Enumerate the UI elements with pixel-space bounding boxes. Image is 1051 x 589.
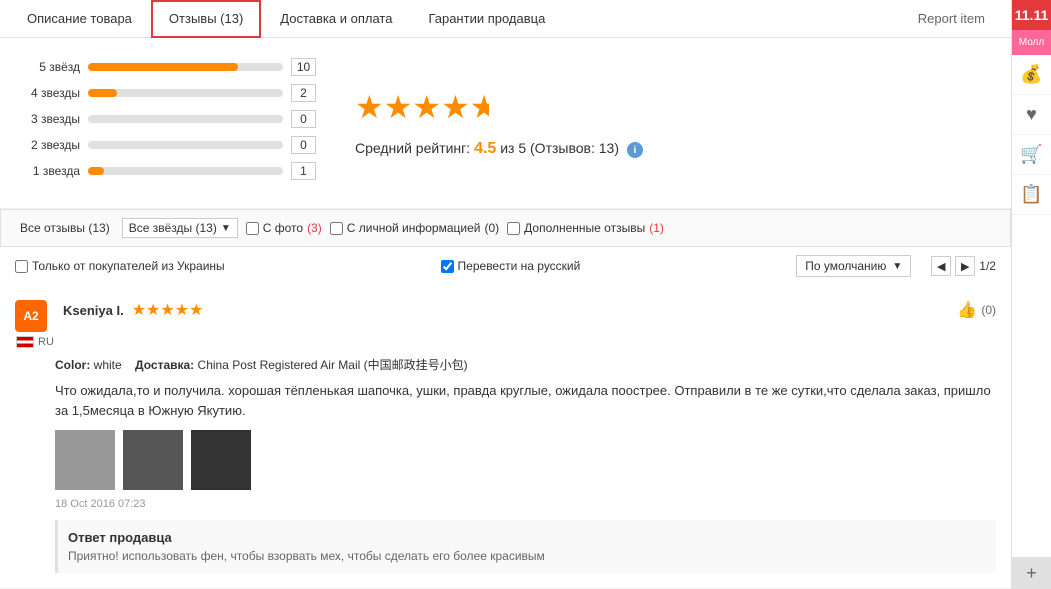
filter-with-info[interactable]: С личной информацией (0) <box>330 221 499 235</box>
filter-photo-checkbox[interactable] <box>246 222 259 235</box>
sort-dropdown[interactable]: По умолчанию ▼ <box>796 255 911 277</box>
plus-button[interactable]: + <box>1012 557 1051 589</box>
info-icon[interactable]: i <box>627 142 643 158</box>
star-full: ★ <box>412 88 441 126</box>
ukraine-only-option[interactable]: Только от покупателей из Украины <box>15 259 225 273</box>
star-full: ★ <box>384 88 413 126</box>
thumb-up-icon: 👍 <box>957 300 977 320</box>
translate-option[interactable]: Перевести на русский <box>441 259 581 273</box>
sidebar-money-icon[interactable]: 💰 <box>1012 55 1051 95</box>
sidebar-heart-icon[interactable]: ♥ <box>1012 95 1051 135</box>
dropdown-arrow: ▼ <box>221 223 231 234</box>
review-stars: ★★★★★ <box>132 300 204 320</box>
tab-guarantee[interactable]: Гарантии продавца <box>411 0 562 38</box>
rating-bar-row: 2 звезды 0 <box>15 136 335 154</box>
rating-bar-row: 5 звёзд 10 <box>15 58 335 76</box>
report-item-link[interactable]: Report item <box>902 1 1001 36</box>
stars-display: ★★★★★ <box>355 88 996 126</box>
review-thumb-3[interactable] <box>191 430 251 490</box>
rating-bar-row: 1 звезда 1 <box>15 162 335 180</box>
review-thumb-1[interactable] <box>55 430 115 490</box>
sidebar-promotion-box[interactable]: 11.11 <box>1012 0 1051 30</box>
like-button[interactable]: 👍 (0) <box>957 300 996 320</box>
ukraine-checkbox[interactable] <box>15 260 28 273</box>
pagination: ◀ ▶ 1/2 <box>931 256 996 276</box>
reviewer-avatar: A2 <box>15 300 47 332</box>
right-sidebar: 11.11 Молл 💰 ♥ 🛒 📋 + <box>1011 0 1051 589</box>
average-rating-text: Средний рейтинг: 4.5 из 5 (Отзывов: 13) … <box>355 140 996 159</box>
rating-bars: 5 звёзд 10 4 звезды 2 3 звезды 0 2 звезд… <box>15 58 335 188</box>
review-item: A2 RU Kseniya I. ★★★★★ <box>0 285 1011 589</box>
filter-stars-dropdown[interactable]: Все звёзды (13) ▼ <box>122 218 238 238</box>
rating-section: 5 звёзд 10 4 звезды 2 3 звезды 0 2 звезд… <box>0 38 1011 209</box>
tab-description[interactable]: Описание товара <box>10 0 149 38</box>
rating-bar-row: 4 звезды 2 <box>15 84 335 102</box>
filter-with-photo[interactable]: С фото (3) <box>246 221 322 235</box>
sidebar-mall-box[interactable]: Молл <box>1012 30 1051 55</box>
review-meta: Color: white Доставка: China Post Regist… <box>55 356 996 373</box>
filter-all-reviews[interactable]: Все отзывы (13) <box>16 219 114 237</box>
filter-additional[interactable]: Дополненные отзывы (1) <box>507 221 664 235</box>
sort-arrow: ▼ <box>892 261 902 272</box>
reviewer-country: RU <box>16 336 54 348</box>
next-page-button[interactable]: ▶ <box>955 256 975 276</box>
seller-response: Ответ продавца Приятно! использовать фен… <box>55 520 996 573</box>
review-text: Что ожидала,то и получила. хорошая тёпле… <box>55 381 996 420</box>
sidebar-cart-icon[interactable]: 🛒 <box>1012 135 1051 175</box>
review-date: 18 Oct 2016 07:23 <box>55 498 996 510</box>
filter-additional-checkbox[interactable] <box>507 222 520 235</box>
review-thumb-2[interactable] <box>123 430 183 490</box>
star-half: ★ <box>470 88 489 126</box>
flag-icon <box>16 336 34 348</box>
tab-delivery[interactable]: Доставка и оплата <box>263 0 409 38</box>
rating-bar-row: 3 звезды 0 <box>15 110 335 128</box>
options-bar: Только от покупателей из Украины Перевес… <box>0 247 1011 285</box>
star-full: ★ <box>441 88 470 126</box>
page-info: 1/2 <box>979 259 996 273</box>
translate-checkbox[interactable] <box>441 260 454 273</box>
filter-info-checkbox[interactable] <box>330 222 343 235</box>
seller-response-text: Приятно! использовать фен, чтобы взорват… <box>68 549 986 563</box>
review-images <box>55 430 996 490</box>
filter-bar: Все отзывы (13) Все звёзды (13) ▼ С фото… <box>0 209 1011 247</box>
prev-page-button[interactable]: ◀ <box>931 256 951 276</box>
tab-reviews[interactable]: Отзывы (13) <box>151 0 261 38</box>
star-full: ★ <box>355 88 384 126</box>
rating-summary: ★★★★★ Средний рейтинг: 4.5 из 5 (Отзывов… <box>335 58 996 188</box>
review-header: A2 RU Kseniya I. ★★★★★ <box>15 300 996 348</box>
tabs-bar: Описание товара Отзывы (13) Доставка и о… <box>0 0 1011 38</box>
sidebar-clipboard-icon[interactable]: 📋 <box>1012 175 1051 215</box>
reviewer-name: Kseniya I. <box>63 303 124 318</box>
